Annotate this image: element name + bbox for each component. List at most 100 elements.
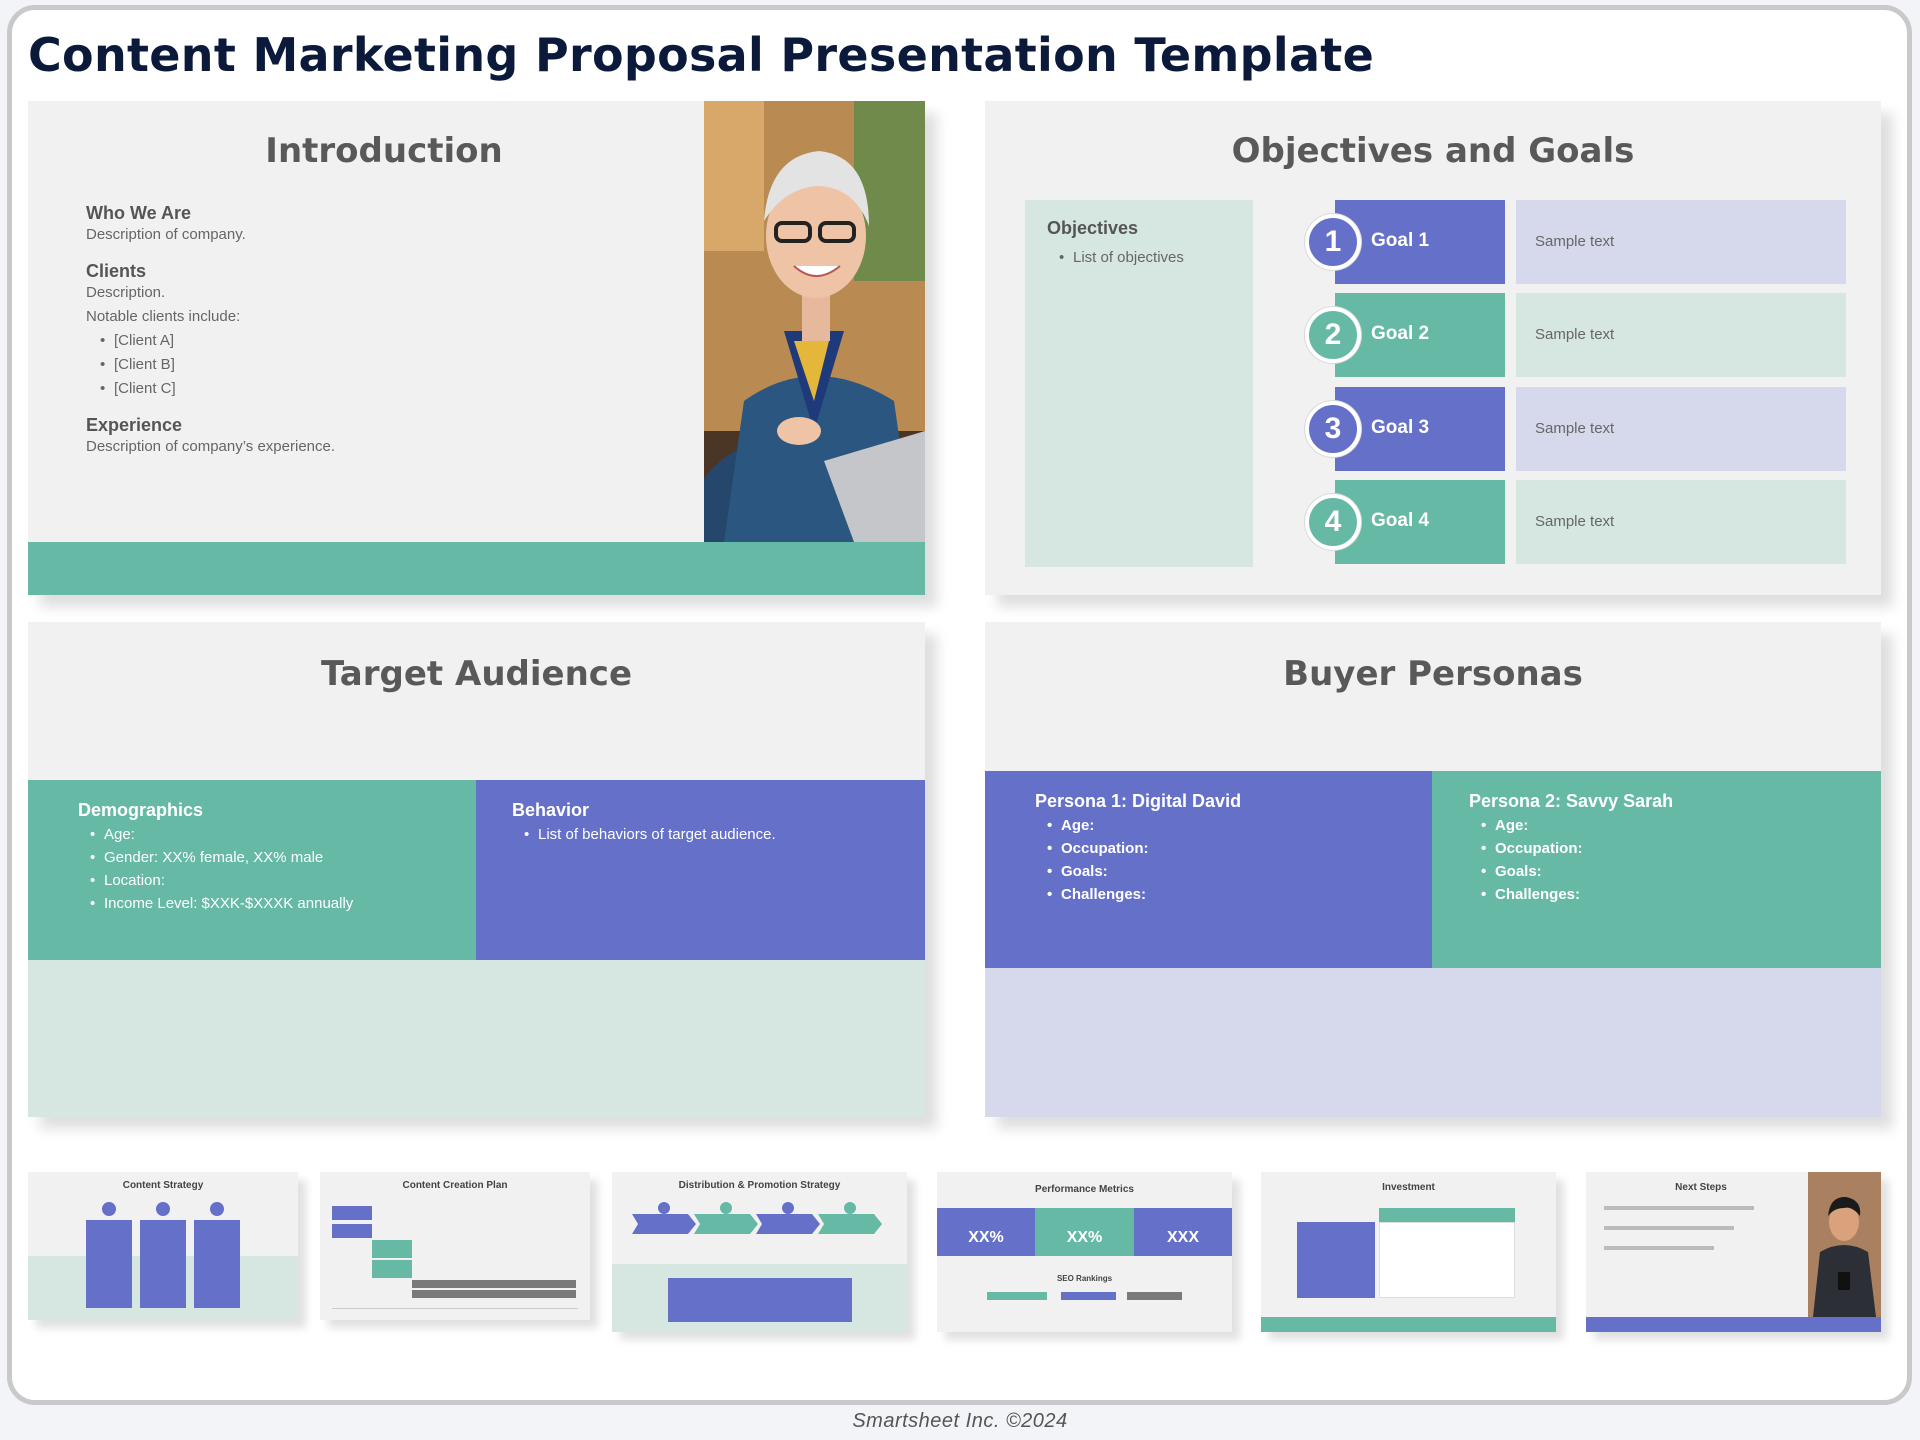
gantt-bar [372, 1240, 412, 1258]
goal-label: Goal 4 [1371, 510, 1430, 531]
thumbnail-title: Next Steps [1675, 1182, 1727, 1193]
thumb-footer-bar [1586, 1317, 1881, 1332]
persona-1-heading: Persona 1: Digital David [1035, 791, 1242, 811]
demographics-item: Location: [90, 872, 353, 889]
thumbnail-distribution-strategy[interactable]: Distribution & Promotion Strategy [612, 1172, 907, 1332]
gantt-bar [412, 1290, 576, 1298]
persona-field: Age: [1047, 817, 1149, 834]
intro-content: Who We Are Description of company. Clien… [86, 203, 646, 455]
goal-label: Goal 1 [1371, 230, 1430, 251]
thumbnail-content-strategy[interactable]: Content Strategy [28, 1172, 298, 1320]
woman-photo-illustration [704, 101, 925, 542]
gantt-bar [332, 1224, 372, 1238]
strategy-icon [156, 1202, 170, 1216]
metric-tile: XXX [1134, 1208, 1232, 1256]
demographics-item: Gender: XX% female, XX% male [90, 849, 353, 866]
thumb-footer-bar [1261, 1317, 1556, 1332]
client-item: [Client A] [100, 332, 646, 349]
goal-text: Sample text [1535, 326, 1615, 343]
strategy-column [86, 1220, 132, 1308]
strategy-column [140, 1220, 186, 1308]
experience-desc: Description of company’s experience. [86, 438, 336, 455]
persona-2-panel: Persona 2: Savvy Sarah Age: Occupation: … [1432, 771, 1881, 968]
demographics-panel: Demographics Age: Gender: XX% female, XX… [28, 780, 476, 960]
persona-field: Challenges: [1047, 886, 1149, 903]
objectives-heading: Objectives [1047, 218, 1139, 238]
behavior-item: List of behaviors of target audience. [524, 826, 776, 843]
persona-2-heading: Persona 2: Savvy Sarah [1469, 791, 1674, 811]
client-item: [Client B] [100, 356, 646, 373]
thumbnail-title: Performance Metrics [1035, 1184, 1134, 1195]
demographics-item: Age: [90, 826, 353, 843]
slide-introduction[interactable]: Introduction Who We Are Description of c… [28, 101, 925, 595]
metric-tile: XX% [937, 1208, 1035, 1256]
who-we-are-desc: Description of company. [86, 226, 246, 243]
goal-row: 1 Goal 1 Sample text [1305, 200, 1865, 284]
persona-field: Goals: [1481, 863, 1583, 880]
demographics-item: Income Level: $XXK-$XXXK annually [90, 895, 353, 912]
seo-title: SEO Rankings [1056, 1274, 1113, 1283]
clients-notable: Notable clients include: [86, 308, 241, 325]
thumbnail-title: Content Creation Plan [402, 1180, 508, 1191]
goal-label: Goal 3 [1371, 417, 1430, 438]
persona-1-panel: Persona 1: Digital David Age: Occupation… [985, 771, 1432, 968]
slide-objectives[interactable]: Objectives and Goals Objectives List of … [985, 101, 1881, 595]
goal-text: Sample text [1535, 513, 1615, 530]
objectives-item: List of objectives [1059, 249, 1184, 266]
slide-title: Buyer Personas [1283, 654, 1583, 694]
clients-desc: Description. [86, 284, 166, 301]
slide-title: Introduction [265, 131, 503, 171]
investment-header [1379, 1208, 1515, 1222]
metric-tile: XX% [1035, 1208, 1134, 1256]
text-line [1604, 1206, 1754, 1210]
persona-field: Challenges: [1481, 886, 1583, 903]
demographics-heading: Demographics [78, 800, 204, 820]
gantt-bar [412, 1280, 576, 1288]
man-photo-illustration [1808, 1172, 1881, 1317]
slide-target-audience[interactable]: Target Audience Demographics Age: Gender… [28, 622, 925, 1117]
gantt-bar [372, 1260, 412, 1278]
next-steps-photo [1808, 1172, 1881, 1317]
thumbnail-next-steps[interactable]: Next Steps [1586, 1172, 1881, 1332]
strategy-icon [102, 1202, 116, 1216]
thumbnail-investment[interactable]: Investment [1261, 1172, 1556, 1332]
intro-photo [704, 101, 925, 542]
slide-title: Objectives and Goals [1231, 131, 1635, 171]
client-item: [Client C] [100, 380, 646, 397]
slide-buyer-personas[interactable]: Buyer Personas Persona 1: Digital David … [985, 622, 1881, 1117]
goal-row: 4 Goal 4 Sample text [1305, 480, 1865, 564]
persona-2-fields: Age: Occupation: Goals: Challenges: [1481, 811, 1583, 903]
page-title: Content Marketing Proposal Presentation … [28, 28, 1375, 82]
gantt-bar [332, 1206, 372, 1220]
goal-number-badge: 1 [1305, 214, 1361, 270]
persona-field: Age: [1481, 817, 1583, 834]
gantt-axis [332, 1308, 578, 1309]
seo-bar [1061, 1292, 1116, 1300]
experience-heading: Experience [86, 415, 183, 435]
persona-field: Occupation: [1047, 840, 1149, 857]
persona-field: Occupation: [1481, 840, 1583, 857]
goal-text: Sample text [1535, 233, 1615, 250]
investment-table [1379, 1222, 1515, 1298]
goal-row: 2 Goal 2 Sample text [1305, 293, 1865, 377]
thumbnail-content-creation-plan[interactable]: Content Creation Plan [320, 1172, 590, 1320]
text-line [1604, 1226, 1734, 1230]
personas-bottom-band [985, 968, 1881, 1117]
behavior-panel: Behavior List of behaviors of target aud… [476, 780, 925, 960]
behavior-heading: Behavior [512, 800, 590, 820]
persona-field: Goals: [1047, 863, 1149, 880]
seo-bar [1127, 1292, 1182, 1300]
who-we-are-heading: Who We Are [86, 203, 192, 223]
clients-heading: Clients [86, 261, 147, 281]
persona-1-fields: Age: Occupation: Goals: Challenges: [1047, 811, 1149, 903]
objectives-box: Objectives List of objectives [1025, 200, 1253, 567]
goal-text: Sample text [1535, 420, 1615, 437]
strategy-icon [210, 1202, 224, 1216]
thumbnail-performance-metrics[interactable]: Performance Metrics XX% XX% XXX SEO Rank… [937, 1172, 1232, 1332]
thumbnail-title: Content Strategy [122, 1180, 204, 1191]
demographics-list: Age: Gender: XX% female, XX% male Locati… [90, 820, 353, 912]
intro-footer-bar [28, 542, 925, 595]
goal-number-badge: 3 [1305, 401, 1361, 457]
copyright-footer: Smartsheet Inc. ©2024 [852, 1410, 1068, 1432]
goal-number-badge: 2 [1305, 307, 1361, 363]
